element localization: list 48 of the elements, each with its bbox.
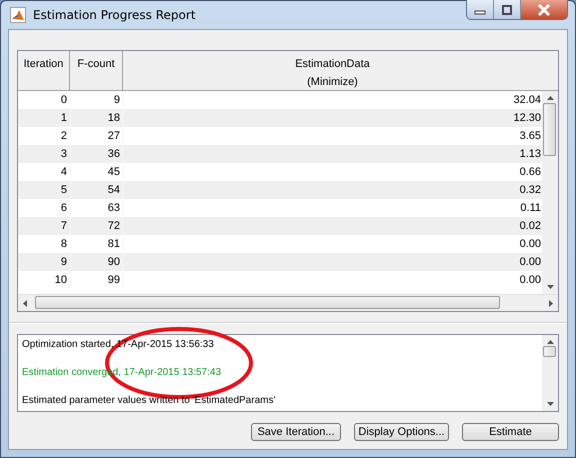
table-cell-text: 3.65 [518, 129, 542, 144]
down-arrow-icon[interactable] [546, 285, 554, 289]
scroll-thumb[interactable] [543, 346, 556, 357]
column-header[interactable]: F-count [70, 51, 123, 90]
table-cell-text: 1.13 [518, 147, 542, 162]
table-cell-text: 12.30 [512, 111, 542, 126]
table-cell-text: 9 [60, 255, 68, 270]
table-cell-text: 0.00 [518, 237, 542, 252]
close-button[interactable] [521, 0, 567, 19]
table-cell-text: 0.11 [519, 201, 542, 216]
scroll-thumb[interactable] [35, 296, 500, 309]
table-cell-text: 0.66 [518, 165, 542, 180]
table-cell-text: 8 [60, 237, 68, 252]
button[interactable]: Save Iteration... [251, 423, 341, 441]
table-cell: 99 [70, 271, 123, 289]
table-cell-text: 2 [60, 129, 68, 144]
table-cell-text: 1 [60, 111, 68, 126]
table-cell-text: 0.00 [518, 273, 542, 288]
table-cell-text: 0.00 [518, 255, 542, 270]
table-cell-text: 0.02 [518, 219, 542, 234]
minimize-button[interactable] [467, 0, 494, 19]
up-arrow-icon[interactable] [546, 340, 554, 344]
button[interactable]: Display Options... [354, 423, 449, 441]
column-header[interactable]: Iteration [18, 51, 70, 90]
table-cell-text: 0.32 [518, 183, 542, 198]
table-cell-text: 4 [60, 165, 68, 180]
table-cell-text: 32.04 [512, 93, 542, 108]
down-arrow-icon[interactable] [546, 402, 554, 406]
right-arrow-icon[interactable] [549, 300, 553, 306]
app-icon [10, 7, 26, 23]
table-cell-text: 0 [60, 93, 68, 108]
left-arrow-icon[interactable] [23, 300, 27, 306]
table-cell-text: 7 [60, 219, 68, 234]
close-icon [537, 4, 551, 16]
table-cell-text: 10 [54, 273, 68, 288]
column-header[interactable]: EstimationData (Minimize) [123, 51, 542, 90]
table-cell-text: 5 [60, 183, 68, 198]
scroll-thumb[interactable] [543, 103, 556, 156]
horizontal-scrollbar[interactable] [18, 294, 558, 311]
maximize-icon [501, 4, 513, 14]
table-cell-text: 6 [60, 201, 68, 216]
vertical-scrollbar[interactable] [542, 335, 558, 411]
vertical-scrollbar[interactable] [542, 91, 558, 294]
button[interactable]: Estimate [462, 423, 559, 441]
window-title: Estimation Progress Report [33, 8, 196, 22]
maximize-button[interactable] [494, 0, 521, 19]
table-cell-text: 3 [60, 147, 68, 162]
up-arrow-icon[interactable] [546, 96, 554, 100]
